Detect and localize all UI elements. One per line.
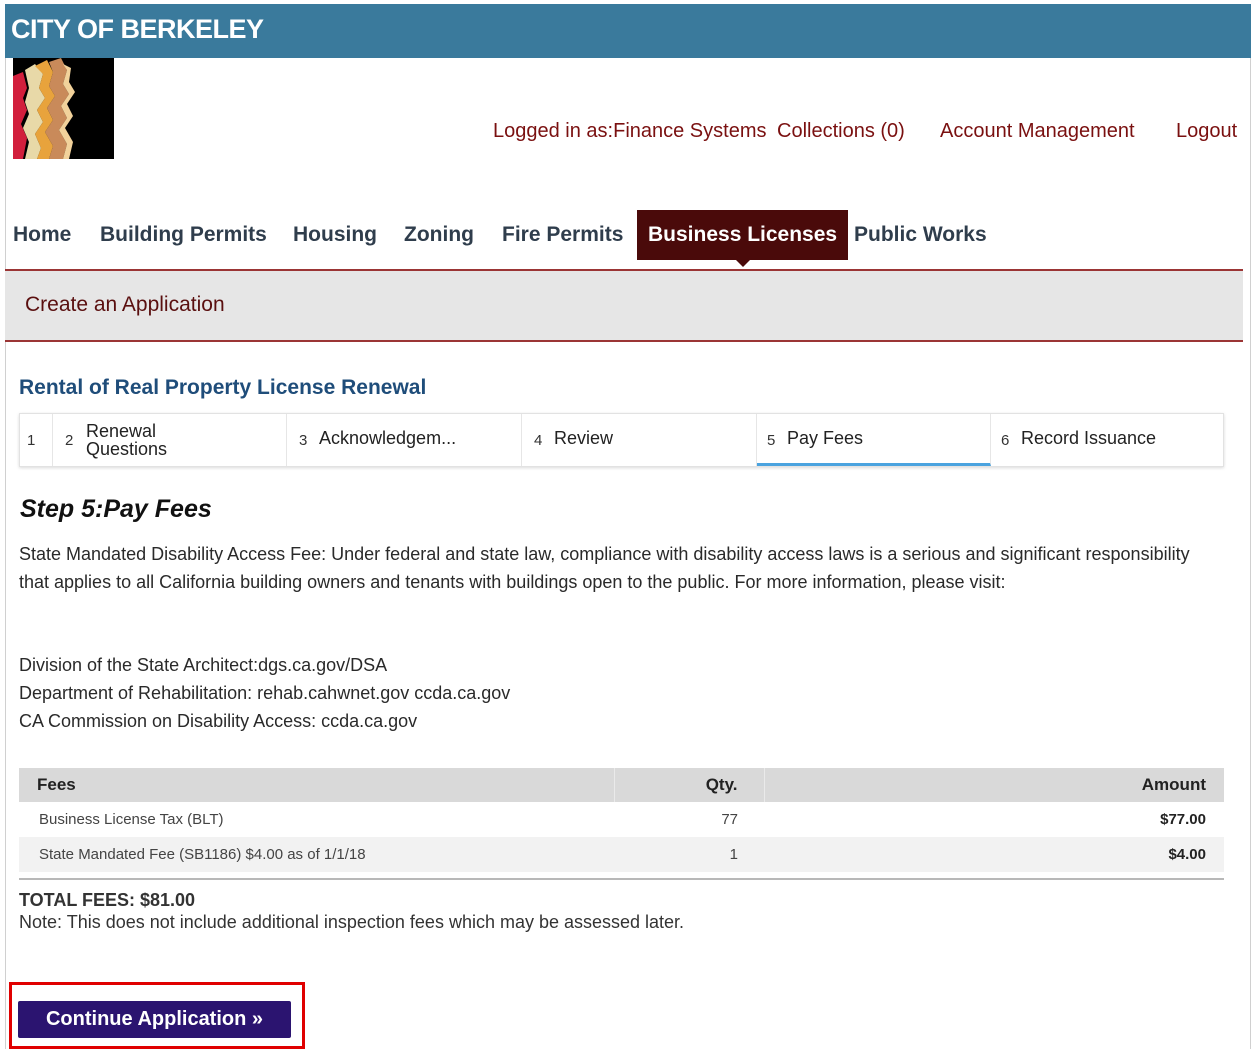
- fee-qty: 77: [721, 811, 738, 828]
- step-heading: Step 5:Pay Fees: [20, 495, 212, 523]
- nav-building-permits[interactable]: Building Permits: [100, 210, 267, 260]
- nav-public-works[interactable]: Public Works: [854, 210, 987, 260]
- step-4[interactable]: 4 Review: [522, 414, 757, 466]
- nav-home[interactable]: Home: [13, 210, 71, 260]
- berkeley-logo-icon: [13, 58, 114, 159]
- total-fees: TOTAL FEES: $81.00: [19, 890, 196, 910]
- divider: [5, 340, 1243, 342]
- step-6[interactable]: 6 Record Issuance: [991, 414, 1223, 466]
- city-logo[interactable]: [13, 58, 114, 159]
- city-title: CITY OF BERKELEY: [11, 14, 264, 44]
- step-label: Pay Fees: [787, 428, 864, 448]
- nav-fire-permits[interactable]: Fire Permits: [502, 210, 623, 260]
- logged-in-label: Logged in as:Finance Systems: [493, 120, 767, 142]
- nav-zoning[interactable]: Zoning: [404, 210, 474, 260]
- fees-table: Fees Qty. Amount Business License Tax (B…: [19, 768, 1224, 872]
- disability-fee-description: State Mandated Disability Access Fee: Un…: [19, 544, 1190, 592]
- fee-amount: $4.00: [764, 837, 1224, 872]
- step-5[interactable]: 5 Pay Fees: [757, 414, 991, 466]
- column-header-qty: Qty.: [614, 768, 765, 802]
- fees-note: Note: This does not include additional i…: [19, 912, 685, 932]
- nav-housing[interactable]: Housing: [293, 210, 377, 260]
- resource-link-ccda: CA Commission on Disability Access: ccda…: [19, 711, 418, 731]
- step-label: Record Issuance: [1021, 428, 1157, 448]
- top-bar: CITY OF BERKELEY: [5, 4, 1251, 58]
- collections-link[interactable]: Collections (0): [777, 120, 905, 143]
- main-nav: Home Building Permits Housing Zoning Fir…: [5, 210, 1251, 267]
- divider: [19, 878, 1224, 880]
- sub-header: Create an Application: [5, 271, 1243, 340]
- resource-link-dsa: Division of the State Architect:dgs.ca.g…: [19, 655, 388, 675]
- resource-links: Division of the State Architect:dgs.ca.g…: [19, 651, 510, 735]
- step-number: 3: [299, 432, 308, 449]
- step-label: Review: [554, 428, 614, 448]
- application-title: Rental of Real Property License Renewal: [19, 376, 427, 399]
- account-management-link[interactable]: Account Management: [940, 120, 1135, 143]
- logout-link[interactable]: Logout: [1176, 120, 1237, 143]
- fee-amount: $77.00: [1160, 811, 1206, 828]
- resource-link-rehab: Department of Rehabilitation: rehab.cahw…: [19, 683, 511, 703]
- nav-business-licenses[interactable]: Business Licenses: [637, 210, 849, 267]
- step-indicator: 1 2 Renewal Questions 3 Acknowledgem... …: [19, 413, 1224, 467]
- step-number: 4: [534, 432, 543, 449]
- step-2[interactable]: 2 Renewal Questions: [53, 414, 287, 466]
- table-header-row: Fees Qty. Amount: [19, 768, 1224, 802]
- step-number: 5: [767, 432, 776, 449]
- fee-name: State Mandated Fee (SB1186) $4.00 as of …: [19, 837, 614, 872]
- table-row: State Mandated Fee (SB1186) $4.00 as of …: [19, 837, 1224, 872]
- step-number: 1: [27, 432, 36, 449]
- step-1[interactable]: 1: [20, 414, 53, 466]
- sub-header-title: Create an Application: [25, 293, 225, 316]
- column-header-fees: Fees: [19, 768, 615, 802]
- fee-name: Business License Tax (BLT): [39, 811, 224, 828]
- step-label: Acknowledgem...: [319, 428, 457, 448]
- fee-qty: 1: [614, 837, 764, 872]
- step-label: Renewal Questions: [86, 421, 168, 459]
- table-row: Business License Tax (BLT) 77 $77.00: [19, 802, 1224, 837]
- column-header-amount: Amount: [764, 768, 1224, 802]
- step-number: 2: [65, 432, 74, 449]
- continue-application-button[interactable]: Continue Application »: [18, 1001, 291, 1038]
- step-3[interactable]: 3 Acknowledgem...: [287, 414, 522, 466]
- step-number: 6: [1001, 432, 1010, 449]
